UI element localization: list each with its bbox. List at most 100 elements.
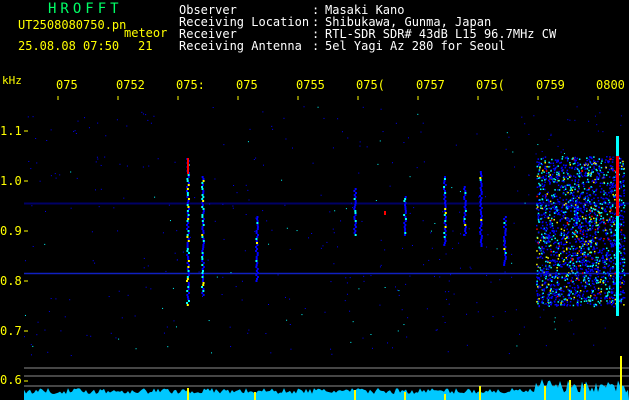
activity-pixel <box>576 235 578 238</box>
activity-pixel <box>562 186 564 188</box>
activity-pixel <box>544 197 547 199</box>
meteor-streak <box>443 188 446 190</box>
activity-pixel <box>585 243 587 246</box>
activity-pixel <box>562 295 565 298</box>
activity-pixel <box>597 199 600 202</box>
activity-pixel <box>601 208 604 210</box>
noise-speck <box>508 136 510 138</box>
activity-pixel <box>603 176 606 179</box>
activity-pixel <box>553 215 556 218</box>
activity-pixel <box>550 250 552 253</box>
activity-pixel <box>603 238 605 240</box>
activity-pixel <box>563 229 566 232</box>
activity-pixel <box>548 204 550 207</box>
y-tick-label: 1.0 <box>0 174 22 188</box>
noise-speck <box>134 315 136 317</box>
activity-pixel <box>621 298 624 300</box>
activity-pixel <box>582 275 585 278</box>
activity-pixel <box>553 264 555 266</box>
activity-pixel <box>546 165 548 168</box>
activity-pixel <box>574 166 577 169</box>
meteor-streak <box>404 210 407 212</box>
activity-pixel <box>547 215 549 218</box>
activity-pixel <box>605 295 607 297</box>
activity-pixel <box>538 271 541 273</box>
meteor-streak <box>354 210 357 212</box>
activity-pixel <box>607 294 609 296</box>
meteor-streak <box>443 198 446 200</box>
activity-pixel <box>569 289 572 292</box>
activity-pixel <box>623 274 626 277</box>
activity-pixel <box>623 172 625 175</box>
noise-speck <box>333 232 335 234</box>
meteor-streak <box>480 243 483 245</box>
activity-pixel <box>563 175 565 178</box>
activity-pixel <box>605 210 607 213</box>
activity-pixel <box>584 298 587 300</box>
activity-pixel <box>612 302 615 304</box>
noise-speck <box>363 280 365 282</box>
activity-pixel <box>553 212 556 214</box>
activity-pixel <box>611 161 614 163</box>
meteor-streak <box>201 216 204 218</box>
activity-pixel <box>603 222 605 225</box>
activity-pixel <box>537 214 539 216</box>
noise-speck <box>46 139 48 141</box>
meteor-streak <box>503 222 506 224</box>
meteor-streak <box>404 228 407 230</box>
noise-speck <box>55 298 57 300</box>
activity-pixel <box>541 252 543 255</box>
noise-speck <box>524 202 526 204</box>
noise-speck <box>370 275 372 277</box>
noise-speck <box>247 189 249 191</box>
activity-pixel <box>571 166 573 169</box>
activity-pixel <box>573 283 575 285</box>
noise-speck <box>545 238 547 240</box>
noise-speck <box>384 249 386 251</box>
activity-pixel <box>558 212 560 214</box>
activity-pixel <box>572 304 575 307</box>
activity-pixel <box>536 298 539 301</box>
activity-pixel <box>591 256 593 259</box>
activity-pixel <box>599 222 601 225</box>
noise-speck <box>346 293 348 295</box>
activity-pixel <box>539 286 541 289</box>
activity-pixel <box>613 213 616 216</box>
activity-pixel <box>585 300 588 302</box>
meteor-streak <box>464 224 467 226</box>
meteor-streak <box>404 208 407 210</box>
activity-pixel <box>623 258 626 261</box>
meteor-streak <box>255 270 258 272</box>
activity-pixel <box>547 293 549 296</box>
noise-speck <box>379 304 381 306</box>
noise-speck <box>436 329 438 331</box>
activity-pixel <box>587 253 589 256</box>
activity-pixel <box>564 279 566 281</box>
activity-pixel <box>581 216 584 218</box>
noise-speck <box>496 248 498 250</box>
activity-pixel <box>543 216 546 219</box>
activity-pixel <box>593 191 595 193</box>
activity-pixel <box>582 231 584 233</box>
activity-pixel <box>569 193 571 195</box>
noise-speck <box>60 330 62 332</box>
activity-pixel <box>619 298 622 301</box>
activity-pixel <box>552 202 555 204</box>
activity-pixel <box>541 183 544 185</box>
activity-pixel <box>580 172 582 174</box>
activity-pixel <box>566 156 569 159</box>
meteor-streak <box>187 284 190 286</box>
meteor-streak <box>504 216 507 218</box>
noise-speck <box>557 288 559 290</box>
activity-pixel <box>563 204 566 206</box>
activity-pixel <box>593 220 596 222</box>
noise-speck <box>59 174 61 176</box>
meteor-streak <box>444 212 447 214</box>
activity-pixel <box>596 259 598 261</box>
activity-pixel <box>565 286 568 288</box>
activity-pixel <box>545 170 548 172</box>
noise-speck <box>564 153 566 155</box>
meteor-streak <box>201 234 204 236</box>
activity-pixel <box>610 228 612 230</box>
activity-pixel <box>545 211 547 214</box>
